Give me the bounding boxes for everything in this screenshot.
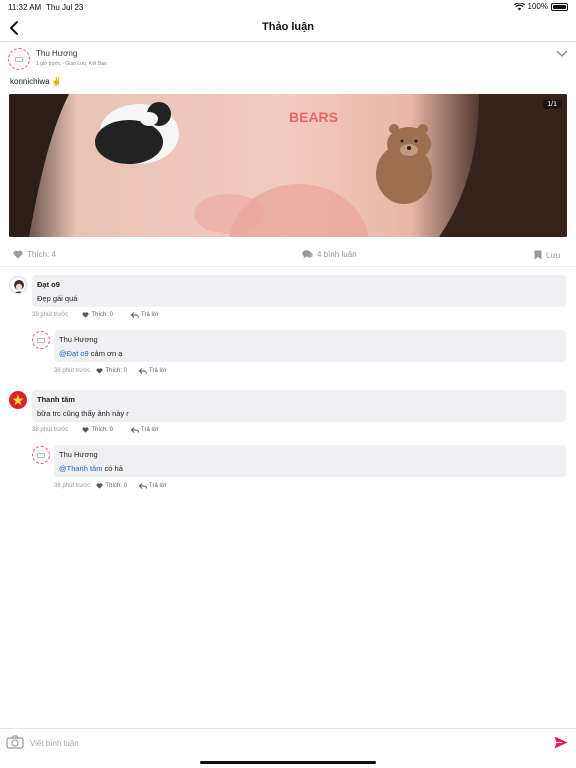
reply-icon [139, 483, 147, 489]
reply-bubble: Thu Hương @Thanh tâm có hả [54, 445, 566, 477]
like-button[interactable]: Thích: 4 [13, 250, 56, 259]
reply-like-label: Thích: 0 [105, 483, 127, 489]
comment-reply-button[interactable]: Trả lời [131, 312, 158, 318]
author-avatar[interactable] [8, 48, 30, 70]
comment-reply-label: Trả lời [141, 427, 159, 433]
comment-time: 39 phút trước [32, 312, 69, 318]
comments-icon [302, 250, 313, 259]
reply-text: @Thanh tâm có hả [59, 464, 123, 473]
post-text: konnichiwa ✌️ [10, 77, 62, 86]
image-placeholder-icon [37, 452, 45, 458]
reply-body: cảm ơn ạ [88, 349, 123, 358]
star-flag-icon [12, 394, 24, 406]
reply-meta: 36 phút trước Thích: 0 Trả lời [54, 483, 166, 489]
reply-like-button[interactable]: Thích: 0 [96, 483, 127, 489]
camera-icon[interactable] [6, 735, 24, 749]
post-actions: Thích: 4 4 bình luận Lưu [0, 245, 576, 267]
commenter-name[interactable]: Đạt o9 [37, 280, 60, 289]
comment-input[interactable] [30, 734, 540, 752]
comment-time: 38 phút trước [32, 427, 69, 433]
comments-button[interactable]: 4 bình luận [302, 250, 357, 259]
reply-like-button[interactable]: Thích: 0 [96, 368, 127, 374]
comment-count: 4 bình luận [317, 250, 357, 259]
post-meta: 1 giờ trước - Giao Lưu, Kết Bạn [36, 61, 107, 67]
comment-like-button[interactable]: Thích: 0 [82, 312, 113, 318]
reply-time: 36 phút trước [54, 483, 91, 489]
avatar-image [14, 280, 24, 293]
commenter-avatar[interactable] [9, 276, 27, 294]
image-counter: 1/1 [543, 100, 561, 109]
reply-bubble: Thu Hương @Đạt o9 cảm ơn ạ [54, 330, 566, 362]
wifi-icon [513, 2, 525, 10]
heart-icon [82, 427, 89, 433]
status-date: Thu Jul 23 [46, 3, 84, 12]
reply-reply-button[interactable]: Trả lời [139, 368, 166, 374]
nav-bar: Thảo luận [0, 14, 576, 42]
reply-reply-label: Trả lời [149, 368, 167, 374]
replier-name[interactable]: Thu Hương [59, 450, 98, 459]
heart-icon [13, 250, 23, 259]
comment-meta: 38 phút trước Thích: 0 Trả lời [32, 427, 158, 433]
image-placeholder-icon [15, 56, 23, 62]
reply-icon [131, 312, 139, 318]
reply-like-label: Thích: 0 [105, 368, 127, 374]
commenter-name[interactable]: Thanh tâm [37, 395, 75, 404]
post-image[interactable]: BEARS 1/1 [9, 94, 567, 237]
comment-reply-button[interactable]: Trả lời [131, 427, 158, 433]
save-label: Lưu [546, 250, 561, 260]
comment-like-label: Thích: 0 [91, 427, 113, 433]
comment-like-button[interactable]: Thích: 0 [82, 427, 113, 433]
comment-item: Thanh tâm bữa trc cũng thấy ảnh này r 38… [0, 390, 576, 440]
status-time: 11:32 AM [8, 3, 42, 12]
reply-icon [131, 427, 139, 433]
send-icon[interactable] [554, 736, 568, 749]
reply-body: có hả [102, 464, 123, 473]
save-button[interactable]: Lưu [534, 250, 560, 260]
replier-avatar[interactable] [32, 446, 50, 464]
comment-input-bar [0, 728, 576, 756]
page-title: Thảo luận [262, 21, 314, 33]
heart-icon [96, 368, 103, 374]
battery-icon [551, 2, 568, 11]
comment-reply-label: Trả lời [141, 312, 159, 318]
comment-text: bữa trc cũng thấy ảnh này r [37, 409, 129, 418]
reply-item: Thu Hương @Thanh tâm có hả 36 phút trước… [0, 445, 576, 495]
heart-icon [82, 312, 89, 318]
reply-reply-label: Trả lời [149, 483, 167, 489]
reply-icon [139, 368, 147, 374]
post-author-name[interactable]: Thu Hương [36, 49, 77, 58]
reply-reply-button[interactable]: Trả lời [139, 483, 166, 489]
heart-icon [96, 483, 103, 489]
bookmark-icon [534, 250, 542, 260]
home-indicator [200, 761, 376, 764]
post-photo: BEARS [9, 94, 567, 237]
comment-like-label: Thích: 0 [91, 312, 113, 318]
commenter-avatar[interactable] [9, 391, 27, 409]
comment-item: Đạt o9 Đẹp gái quá 39 phút trước Thích: … [0, 275, 576, 325]
comment-bubble: Đạt o9 Đẹp gái quá [32, 275, 566, 307]
replier-name[interactable]: Thu Hương [59, 335, 98, 344]
mention-link[interactable]: @Thanh tâm [59, 464, 102, 473]
reply-item: Thu Hương @Đạt o9 cảm ơn ạ 36 phút trước… [0, 330, 576, 380]
mention-link[interactable]: @Đạt o9 [59, 349, 89, 358]
comment-bubble: Thanh tâm bữa trc cũng thấy ảnh này r [32, 390, 566, 422]
chevron-down-icon[interactable] [556, 49, 568, 59]
reply-time: 36 phút trước [54, 368, 91, 374]
like-count: Thích: 4 [27, 250, 56, 259]
reply-meta: 36 phút trước Thích: 0 Trả lời [54, 368, 166, 374]
comment-text: Đẹp gái quá [37, 294, 78, 303]
status-right: 100% [513, 2, 568, 11]
post-header: Thu Hương 1 giờ trước - Giao Lưu, Kết Bạ… [0, 46, 576, 74]
comment-meta: 39 phút trước Thích: 0 Trả lời [32, 312, 158, 318]
image-placeholder-icon [37, 337, 45, 343]
replier-avatar[interactable] [32, 331, 50, 349]
image-text: BEARS [289, 109, 338, 125]
battery-percent: 100% [527, 2, 548, 11]
reply-text: @Đạt o9 cảm ơn ạ [59, 349, 122, 358]
status-bar: 11:32 AM Thu Jul 23 100% [0, 0, 576, 14]
